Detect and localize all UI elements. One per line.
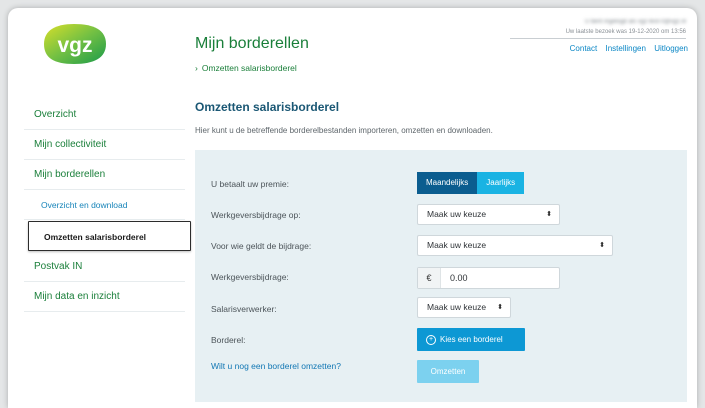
contribution-on-select[interactable]: Maak uw keuze ⬍ [417, 204, 560, 225]
payroll-label: Salarisverwerker: [211, 304, 277, 314]
sidebar: Overzicht Mijn collectiviteit Mijn borde… [24, 100, 191, 312]
sidebar-item-collectiviteit[interactable]: Mijn collectiviteit [24, 130, 185, 160]
for-whom-label: Voor wie geldt de bijdrage: [211, 241, 312, 251]
payroll-select[interactable]: Maak uw keuze ⬍ [417, 297, 511, 318]
choose-borderel-label: Kies een borderel [440, 335, 503, 344]
payroll-value: Maak uw keuze [427, 302, 487, 312]
sidebar-item-data-inzicht[interactable]: Mijn data en inzicht [24, 282, 185, 312]
yearly-option[interactable]: Jaarlijks [477, 172, 525, 194]
top-links: Contact Instellingen Uitloggen [564, 44, 688, 53]
monthly-option[interactable]: Maandelijks [417, 172, 478, 194]
app-window: vgz Mijn borderellen › Omzetten salarisbo… [8, 8, 697, 408]
convert-another-link[interactable]: Wilt u nog een borderel omzetten? [211, 361, 341, 371]
for-whom-value: Maak uw keuze [427, 240, 487, 250]
premium-label: U betaalt uw premie: [211, 179, 289, 189]
chevron-right-icon: › [195, 63, 198, 73]
select-arrows-icon: ⬍ [497, 304, 503, 311]
borderel-label: Borderel: [211, 335, 246, 345]
last-visit-text: Uw laatste bezoek was 19-12-2020 om 13:5… [565, 29, 686, 35]
breadcrumb[interactable]: › Omzetten salarisborderel [195, 63, 297, 73]
select-arrows-icon: ⬍ [599, 242, 605, 249]
contribution-value: 0.00 [450, 273, 468, 283]
divider [510, 38, 686, 39]
vgz-logo: vgz [44, 24, 106, 64]
for-whom-select[interactable]: Maak uw keuze ⬍ [417, 235, 613, 256]
sidebar-item-overzicht[interactable]: Overzicht [24, 100, 185, 130]
section-title: Omzetten salarisborderel [195, 100, 340, 114]
sidebar-item-overzicht-download[interactable]: Overzicht en download [24, 190, 185, 220]
choose-borderel-button[interactable]: + Kies een borderel [417, 328, 525, 351]
sidebar-item-postvak[interactable]: Postvak IN [24, 252, 185, 282]
convert-button[interactable]: Omzetten [417, 360, 479, 383]
sidebar-item-omzetten[interactable]: Omzetten salarisborderel [28, 221, 191, 251]
sidebar-item-borderellen[interactable]: Mijn borderellen [24, 160, 185, 190]
logout-link[interactable]: Uitloggen [654, 44, 688, 53]
user-info: U bent ingelogd als vgz-test-0@vgz.nl Uw… [510, 17, 686, 39]
select-arrows-icon: ⬍ [546, 211, 552, 218]
contribution-input[interactable]: € 0.00 [417, 267, 560, 289]
contribution-on-value: Maak uw keuze [427, 209, 487, 219]
page-title: Mijn borderellen [195, 35, 309, 52]
contact-link[interactable]: Contact [570, 44, 598, 53]
settings-link[interactable]: Instellingen [605, 44, 645, 53]
euro-icon: € [418, 268, 441, 288]
user-login-line: U bent ingelogd als vgz-test-0@vgz.nl [584, 19, 686, 25]
breadcrumb-label[interactable]: Omzetten salarisborderel [202, 63, 297, 73]
conversion-form: U betaalt uw premie: Maandelijks Jaarlij… [195, 150, 687, 402]
svg-text:vgz: vgz [57, 34, 92, 57]
section-description: Hier kunt u de betreffende borderelbesta… [195, 126, 493, 135]
contribution-on-label: Werkgeversbijdrage op: [211, 210, 301, 220]
premium-toggle: Maandelijks Jaarlijks [417, 172, 525, 194]
contribution-label: Werkgeversbijdrage: [211, 272, 289, 282]
plus-circle-icon: + [426, 334, 436, 345]
